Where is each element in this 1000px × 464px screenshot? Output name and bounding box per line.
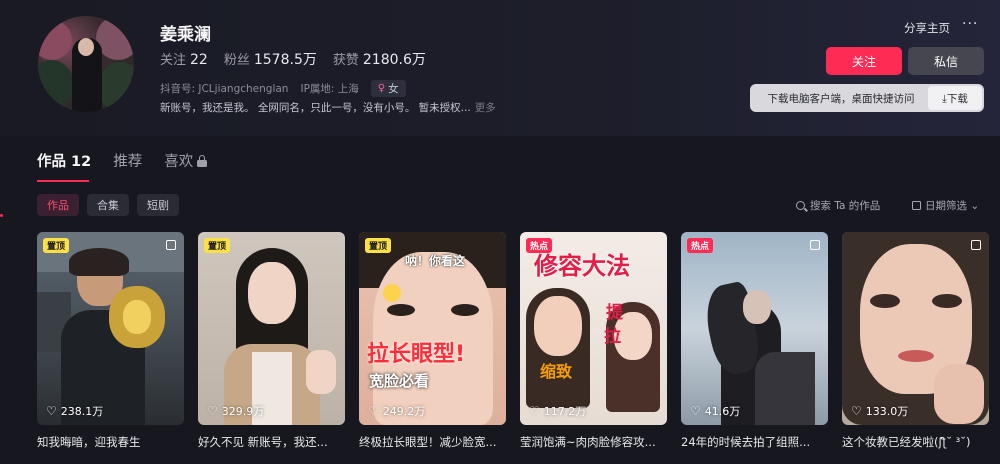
like-count: ♡ 117.2万	[529, 404, 587, 418]
profile-tabs: 作品 12 推荐 喜欢	[37, 150, 208, 171]
follow-button[interactable]: 关注	[826, 47, 902, 75]
tab-likes[interactable]: 喜欢	[164, 150, 208, 171]
like-count: ♡ 249.2万	[368, 404, 426, 418]
video-overlay-text: 提	[606, 303, 623, 323]
content-filter-chips: 作品 合集 短剧	[37, 194, 179, 216]
video-card[interactable]: 热点 ♡ 41.6万	[681, 232, 828, 425]
search-works[interactable]: 搜索 Ta 的作品	[796, 198, 880, 213]
calendar-icon	[912, 201, 921, 210]
active-tab-indicator	[37, 180, 89, 182]
video-overlay-text: 呐！你看这	[405, 254, 466, 268]
like-count: ♡ 238.1万	[46, 404, 104, 418]
ip-location: IP属地: 上海	[300, 83, 359, 95]
video-overlay-text: 缩致	[540, 362, 573, 381]
video-title[interactable]: 终极拉长眼型！减少脸宽...	[359, 434, 506, 450]
stat-following[interactable]: 关注 22	[160, 49, 208, 69]
gender-badge: ♀ 女	[370, 80, 406, 97]
download-banner-text: 下载电脑客户端，桌面快捷访问	[767, 92, 915, 105]
video-card[interactable]: 呐！你看这 拉长眼型! 宽脸必看 置顶 ♡ 249.2万	[359, 232, 506, 425]
chip-works[interactable]: 作品	[37, 194, 79, 216]
video-overlay-text: 宽脸必看	[369, 372, 430, 390]
douyin-id: 抖音号: JCLjiangchenglan	[160, 83, 289, 95]
video-title[interactable]: 这个妆教已经发啦(ʃƪ˘ ³˘)	[842, 434, 989, 450]
video-overlay-text: 拉长眼型!	[367, 342, 466, 367]
like-count: ♡ 329.9万	[207, 404, 265, 418]
video-card[interactable]: 置顶 ♡ 238.1万	[37, 232, 184, 425]
heart-icon: ♡	[46, 404, 57, 418]
heart-icon: ♡	[207, 404, 218, 418]
video-card[interactable]: 置顶 ♡ 329.9万	[198, 232, 345, 425]
like-count: ♡ 133.0万	[851, 404, 909, 418]
heart-icon: ♡	[368, 404, 379, 418]
video-title[interactable]: 24年的时候去拍了组照...	[681, 434, 828, 450]
lock-icon	[197, 154, 208, 167]
heart-icon: ♡	[690, 404, 701, 418]
stat-likes: 获赞 2180.6万	[332, 52, 426, 68]
video-title[interactable]: 知我晦暗，迎我春生	[37, 434, 184, 450]
chip-short-dramas[interactable]: 短剧	[137, 194, 179, 216]
download-button[interactable]: ⤓下载	[928, 86, 982, 110]
video-card[interactable]: 修容大法 提 拉 缩致 热点 ♡ 117.2万	[520, 232, 667, 425]
download-client-banner[interactable]: 下载电脑客户端，桌面快捷访问 ⤓下载	[750, 84, 984, 112]
chip-collections[interactable]: 合集	[87, 194, 129, 216]
heart-icon: ♡	[529, 404, 540, 418]
trending-tag: 热点	[526, 238, 553, 253]
image-set-icon	[971, 240, 981, 250]
stat-followers[interactable]: 粉丝 1578.5万	[224, 49, 317, 69]
video-grid: 置顶 ♡ 238.1万 置顶 ♡ 329.9万 呐！你看这 拉长眼型! 宽脸必看 置…	[37, 232, 989, 425]
more-options-icon[interactable]: ···	[962, 16, 978, 32]
pinned-tag: 置顶	[365, 238, 392, 253]
image-set-icon	[810, 240, 820, 250]
share-profile-button[interactable]: 分享主页	[904, 20, 950, 36]
avatar[interactable]	[38, 16, 134, 112]
video-overlay-text: 拉	[604, 327, 621, 347]
like-count: ♡ 41.6万	[690, 404, 741, 418]
video-card[interactable]: ♡ 133.0万	[842, 232, 989, 425]
profile-stats: 关注 22 粉丝 1578.5万 获赞 2180.6万	[160, 49, 426, 69]
message-button[interactable]: 私信	[908, 47, 984, 75]
video-title[interactable]: 好久不见 新账号，我还...	[198, 434, 345, 450]
search-icon	[796, 201, 805, 210]
profile-meta: 抖音号: JCLjiangchenglan IP属地: 上海 ♀ 女	[160, 80, 406, 97]
image-set-icon	[166, 240, 176, 250]
pinned-tag: 置顶	[43, 238, 70, 253]
pinned-tag: 置顶	[204, 238, 231, 253]
date-filter[interactable]: 日期筛选 ⌄	[912, 198, 979, 213]
bio-more-link[interactable]: 更多	[475, 102, 496, 114]
profile-name: 姜乘澜	[160, 25, 211, 45]
heart-icon: ♡	[851, 404, 862, 418]
side-indicator	[0, 214, 3, 217]
tab-recommend[interactable]: 推荐	[113, 150, 142, 171]
tab-works[interactable]: 作品 12	[37, 150, 91, 171]
profile-bio: 新账号，我还是我。 全网同名，只此一号，没有小号。 暂未授权... 更多	[160, 102, 496, 114]
trending-tag: 热点	[687, 238, 714, 253]
video-title[interactable]: 莹润饱满~肉肉脸修容攻...	[520, 434, 667, 450]
female-icon: ♀	[377, 83, 386, 94]
